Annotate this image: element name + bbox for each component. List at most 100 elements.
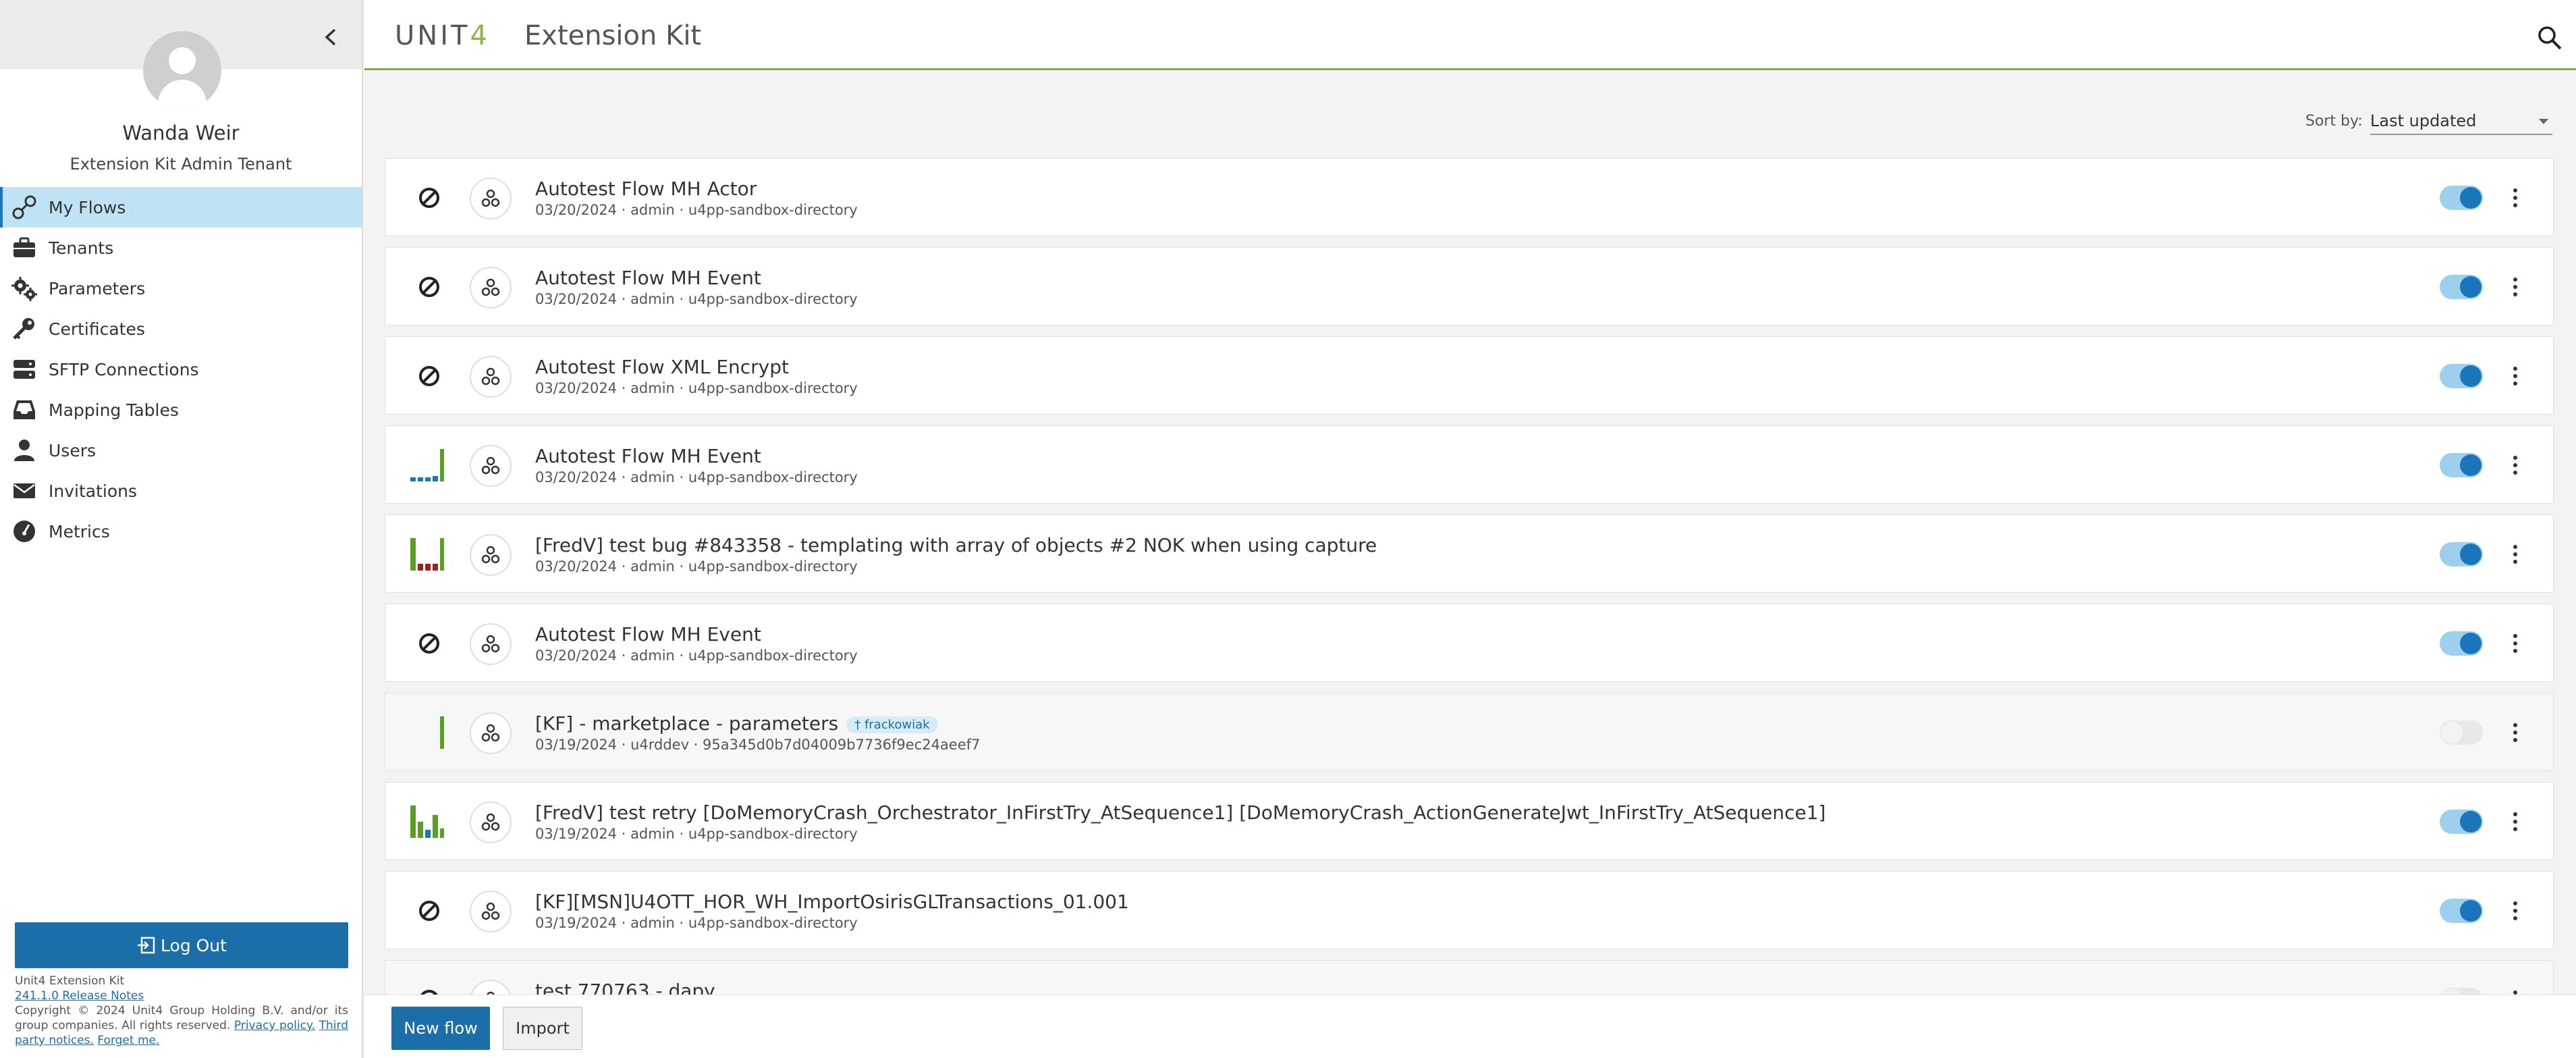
- more-options-icon[interactable]: [2502, 808, 2529, 835]
- sidebar-item-mapping-tables[interactable]: Mapping Tables: [0, 390, 362, 430]
- sidebar-item-certificates[interactable]: Certificates: [0, 309, 362, 349]
- more-options-icon[interactable]: [2502, 363, 2529, 390]
- gears-icon: [0, 268, 49, 309]
- flow-row[interactable]: [FredV] test retry [DoMemoryCrash_Orches…: [385, 782, 2554, 860]
- sidebar: Wanda Weir Extension Kit Admin Tenant My…: [0, 0, 363, 1058]
- flow-row[interactable]: Autotest Flow XML Encrypt 03/20/2024 · ad…: [385, 336, 2554, 415]
- more-options-icon[interactable]: [2502, 184, 2529, 211]
- more-options-icon[interactable]: [2502, 630, 2529, 657]
- toggle-knob: [2460, 544, 2482, 565]
- flow-type-icon: [470, 178, 512, 219]
- flow-row[interactable]: Autotest Flow MH Actor 03/20/2024 · admin…: [385, 158, 2554, 236]
- flow-name-text: Autotest Flow MH Actor: [535, 178, 757, 200]
- flow-name[interactable]: [KF][MSN]U4OTT_HOR_WH_ImportOsirisGLTran…: [535, 891, 1129, 913]
- flow-enabled-toggle[interactable]: [2440, 275, 2483, 299]
- flow-enabled-toggle[interactable]: [2440, 899, 2483, 923]
- sort-select[interactable]: Last updated: [2370, 108, 2552, 135]
- sidebar-item-label: Parameters: [49, 278, 146, 298]
- flow-name[interactable]: [KF] - marketplace - parameters † frackow…: [535, 712, 938, 735]
- flow-name[interactable]: Autotest Flow XML Encrypt: [535, 356, 789, 378]
- sidebar-item-metrics[interactable]: Metrics: [0, 511, 362, 552]
- flow-name-text: Autotest Flow MH Event: [535, 623, 761, 645]
- sidebar-item-tenants[interactable]: Tenants: [0, 228, 362, 268]
- run-history-chart: [409, 534, 449, 575]
- run-bar: [425, 477, 431, 481]
- flow-name[interactable]: Autotest Flow MH Event: [535, 267, 761, 289]
- flow-name-text: Autotest Flow MH Event: [535, 445, 761, 467]
- release-notes-link[interactable]: 241.1.0 Release Notes: [15, 989, 144, 1003]
- flow-name[interactable]: Autotest Flow MH Actor: [535, 178, 757, 200]
- run-bar: [440, 538, 444, 571]
- sidebar-item-label: Metrics: [49, 521, 110, 541]
- flow-name[interactable]: [FredV] test retry [DoMemoryCrash_Orches…: [535, 801, 1826, 824]
- flow-name-text: [KF] - marketplace - parameters: [535, 712, 839, 735]
- sort-label: Sort by:: [2305, 113, 2363, 130]
- flow-type-icon: [470, 534, 512, 576]
- sidebar-item-label: Tenants: [49, 238, 114, 258]
- more-options-icon[interactable]: [2502, 897, 2529, 924]
- more-options-icon[interactable]: [2502, 452, 2529, 479]
- inbox-icon: [0, 390, 49, 430]
- user-icon: [0, 430, 49, 471]
- toggle-knob: [2460, 365, 2482, 387]
- run-bar: [410, 805, 416, 838]
- collapse-sidebar-button[interactable]: [317, 20, 344, 54]
- flow-name-text: test 770763 - dapy: [535, 980, 715, 995]
- more-options-icon[interactable]: [2502, 719, 2529, 746]
- flow-name-text: [FredV] test retry [DoMemoryCrash_Orches…: [535, 801, 1826, 824]
- flow-name[interactable]: Autotest Flow MH Event: [535, 445, 761, 467]
- toggle-knob: [2441, 722, 2463, 743]
- flow-name[interactable]: [FredV] test bug #843358 - templating wi…: [535, 534, 1377, 556]
- flow-enabled-toggle[interactable]: [2440, 364, 2483, 388]
- flow-enabled-toggle[interactable]: [2440, 810, 2483, 834]
- flow-enabled-toggle[interactable]: [2440, 186, 2483, 210]
- tenant-name: Extension Kit Admin Tenant: [70, 155, 292, 174]
- flow-meta: 03/19/2024 · admin · u4pp-sandbox-direct…: [535, 826, 858, 842]
- flow-enabled-toggle: [2440, 988, 2483, 995]
- toggle-knob: [2460, 454, 2482, 476]
- flow-meta: 03/20/2024 · admin · u4pp-sandbox-direct…: [535, 647, 858, 664]
- run-bar: [410, 477, 416, 481]
- unit4-logo: UNIT4: [395, 20, 490, 51]
- sidebar-item-invitations[interactable]: Invitations: [0, 471, 362, 511]
- flow-row[interactable]: Autotest Flow MH Event 03/20/2024 · admin…: [385, 425, 2554, 504]
- sidebar-item-users[interactable]: Users: [0, 430, 362, 471]
- privacy-policy-link[interactable]: Privacy policy.: [234, 1019, 315, 1032]
- flow-name-text: Autotest Flow MH Event: [535, 267, 761, 289]
- sidebar-item-parameters[interactable]: Parameters: [0, 268, 362, 309]
- flow-row[interactable]: [FredV] test bug #843358 - templating wi…: [385, 514, 2554, 593]
- sidebar-item-label: Invitations: [49, 481, 137, 501]
- more-options-icon[interactable]: [2502, 541, 2529, 568]
- more-options-icon[interactable]: [2502, 986, 2529, 995]
- sidebar-item-sftp-connections[interactable]: SFTP Connections: [0, 349, 362, 390]
- logout-button[interactable]: Log Out: [15, 922, 348, 968]
- flow-row[interactable]: Autotest Flow MH Event 03/20/2024 · admin…: [385, 604, 2554, 682]
- flow-enabled-toggle[interactable]: [2440, 631, 2483, 656]
- flow-name[interactable]: test 770763 - dapy: [535, 980, 715, 995]
- flow-row[interactable]: Autotest Flow MH Event 03/20/2024 · admin…: [385, 247, 2554, 325]
- disabled-icon: [409, 891, 449, 931]
- flow-meta: 03/19/2024 · u4rddev · 95a345d0b7d04009b…: [535, 737, 981, 753]
- flow-row[interactable]: [KF][MSN]U4OTT_HOR_WH_ImportOsirisGLTran…: [385, 871, 2554, 949]
- sidebar-item-my-flows[interactable]: My Flows: [0, 187, 362, 228]
- product-name: Unit4 Extension Kit: [15, 974, 125, 988]
- forget-me-link[interactable]: Forget me.: [97, 1034, 159, 1047]
- flow-enabled-toggle[interactable]: [2440, 453, 2483, 477]
- flow-row[interactable]: test 770763 - dapy: [385, 960, 2554, 995]
- disabled-icon: [409, 623, 449, 664]
- logo-accent: 4: [470, 20, 490, 51]
- toggle-knob: [2460, 633, 2482, 654]
- flow-row[interactable]: [KF] - marketplace - parameters † frackow…: [385, 693, 2554, 771]
- import-button[interactable]: Import: [503, 1007, 582, 1050]
- more-options-icon[interactable]: [2502, 273, 2529, 300]
- flow-meta: 03/20/2024 · admin · u4pp-sandbox-direct…: [535, 380, 858, 396]
- flow-type-icon: [470, 267, 512, 309]
- sign-out-icon: [138, 936, 155, 954]
- flow-meta: 03/20/2024 · admin · u4pp-sandbox-direct…: [535, 202, 858, 218]
- new-flow-button[interactable]: New flow: [391, 1007, 490, 1050]
- flow-name[interactable]: Autotest Flow MH Event: [535, 623, 761, 645]
- search-button[interactable]: [2536, 24, 2563, 51]
- flow-enabled-toggle[interactable]: [2440, 542, 2483, 566]
- copyright-text: Copyright © 2024 Unit4 Group Holding B.V…: [15, 1003, 348, 1048]
- app-title: Extension Kit: [524, 20, 702, 51]
